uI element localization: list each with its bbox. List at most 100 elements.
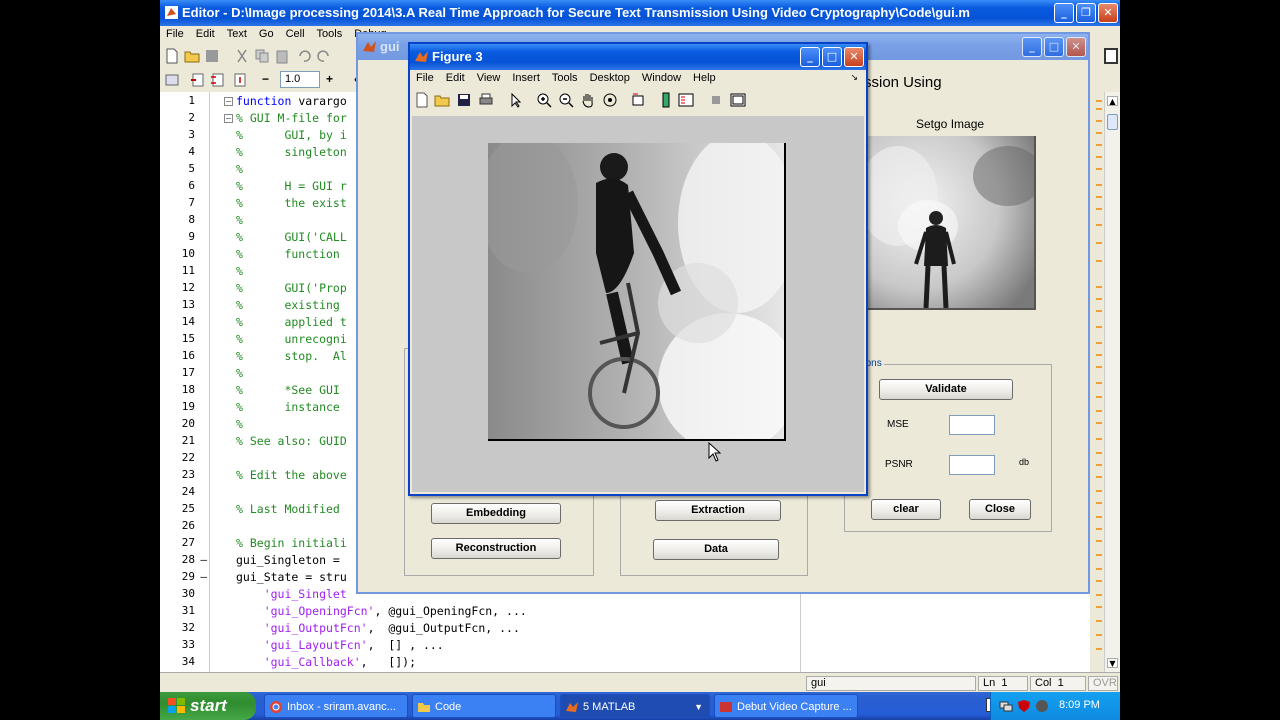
cut-icon[interactable] [234,48,250,64]
colorbar-icon[interactable] [658,92,674,108]
restore-button[interactable]: ❐ [1076,3,1096,23]
show-plot-tools-icon[interactable] [730,92,746,108]
validate-button[interactable]: Validate [879,379,1013,400]
code-line[interactable]: % function [236,247,340,261]
copy-icon[interactable] [254,48,270,64]
code-line[interactable]: % Edit the above [236,468,347,482]
mlint-warning-mark[interactable] [1096,594,1102,596]
mlint-warning-mark[interactable] [1096,326,1102,328]
code-line[interactable]: % applied t [236,315,347,329]
code-line[interactable]: % unrecogni [236,332,347,346]
pointer-icon[interactable] [508,92,524,108]
code-line[interactable]: % H = GUI r [236,179,347,193]
fig-menu-help[interactable]: Help [687,70,722,84]
clear-button[interactable]: clear [871,499,941,520]
eval-cell-icon[interactable] [210,72,226,88]
mlint-warning-mark[interactable] [1096,354,1102,356]
menu-file[interactable]: File [160,26,190,40]
mlint-warning-mark[interactable] [1096,156,1102,158]
menu-go[interactable]: Go [253,26,280,40]
mlint-warning-mark[interactable] [1096,184,1102,186]
mlint-warning-mark[interactable] [1096,342,1102,344]
code-line[interactable]: % stop. Al [236,349,347,363]
data-button[interactable]: Data [653,539,779,560]
mlint-warning-mark[interactable] [1096,490,1102,492]
code-line[interactable]: % the exist [236,196,347,210]
task-inbox[interactable]: Inbox - sriram.avanc... [264,694,408,718]
minimize-button[interactable]: _ [1054,3,1074,23]
start-button[interactable]: start [160,692,256,720]
menu-edit[interactable]: Edit [190,26,221,40]
fold-toggle-icon[interactable]: − [224,114,233,123]
mlint-warning-mark[interactable] [1096,396,1102,398]
mlint-warning-mark[interactable] [1096,132,1102,134]
mlint-warning-mark[interactable] [1096,310,1102,312]
code-line[interactable]: 'gui_OpeningFcn', @gui_OpeningFcn, ... [236,604,527,618]
menu-text[interactable]: Text [221,26,253,40]
fig-menu-edit[interactable]: Edit [440,70,471,84]
mlint-warning-mark[interactable] [1096,502,1102,504]
fig-print-icon[interactable] [478,92,494,108]
mlint-warning-mark[interactable] [1096,554,1102,556]
zoom-input[interactable]: 1.0 [280,71,320,88]
antivirus-icon[interactable] [1035,699,1049,713]
menu-tools[interactable]: Tools [311,26,349,40]
zoom-in-icon[interactable] [536,92,552,108]
figure-close-button[interactable]: ✕ [844,47,864,67]
mlint-warning-mark[interactable] [1096,422,1102,424]
mlint-warning-mark[interactable] [1096,286,1102,288]
close-button[interactable]: ✕ [1098,3,1118,23]
fig-menu-desktop[interactable]: Desktop [584,70,636,84]
mlint-warning-mark[interactable] [1096,606,1102,608]
mlint-warning-mark[interactable] [1096,168,1102,170]
close-gui-button[interactable]: Close [969,499,1031,520]
code-line[interactable]: % Begin initiali [236,536,347,550]
code-line[interactable]: % [236,213,243,227]
code-line[interactable]: % Last Modified [236,502,340,516]
code-line[interactable]: % GUI('Prop [236,281,347,295]
code-line[interactable]: 'gui_Singlet [236,587,347,601]
mlint-warning-mark[interactable] [1096,208,1102,210]
figure-maximize-button[interactable]: □ [822,47,842,67]
redo-icon[interactable] [316,48,332,64]
fold-toggle-icon[interactable]: − [224,97,233,106]
mlint-warning-mark[interactable] [1096,100,1102,102]
code-line[interactable]: 'gui_OutputFcn', @gui_OutputFcn, ... [236,621,520,635]
breakpoint-marker[interactable]: – [200,570,207,583]
code-line[interactable]: % GUI, by i [236,128,347,142]
code-line[interactable]: gui_State = stru [236,570,347,584]
mlint-warning-mark[interactable] [1096,438,1102,440]
mlint-warning-mark[interactable] [1096,634,1102,636]
menu-cell[interactable]: Cell [280,26,311,40]
mlint-warning-mark[interactable] [1096,540,1102,542]
pan-hand-icon[interactable] [580,92,596,108]
mlint-warning-mark[interactable] [1096,464,1102,466]
vertical-scrollbar[interactable]: ▲ ▼ [1104,92,1120,672]
reconstruction-button[interactable]: Reconstruction [431,538,561,559]
code-line[interactable]: % instance [236,400,340,414]
mlint-warning-mark[interactable] [1096,224,1102,226]
psnr-field[interactable] [949,455,995,475]
fig-menu-view[interactable]: View [471,70,507,84]
legend-icon[interactable] [678,92,694,108]
task-matlab[interactable]: 5 MATLAB ▼ [560,694,710,718]
mlint-warning-mark[interactable] [1096,108,1102,110]
insert-cell-icon[interactable] [190,72,206,88]
mlint-warning-mark[interactable] [1096,260,1102,262]
figure-titlebar[interactable]: Figure 3 _ □ ✕ [410,44,866,70]
code-line[interactable]: % GUI M-file for [236,111,347,125]
code-line[interactable]: function varargo [236,94,347,108]
increment-icon[interactable]: + [326,72,333,86]
fig-save-icon[interactable] [456,92,472,108]
mlint-warning-mark[interactable] [1096,648,1102,650]
undock-icon[interactable] [1104,48,1118,64]
code-line[interactable]: gui_Singleton = [236,553,340,567]
breakpoint-marker[interactable]: – [200,553,207,566]
code-line[interactable]: % singleton [236,145,347,159]
mlint-warning-mark[interactable] [1096,580,1102,582]
code-line[interactable]: % [236,162,243,176]
code-line[interactable]: % [236,264,243,278]
network-icon[interactable] [999,699,1013,713]
mlint-warning-mark[interactable] [1096,366,1102,368]
fig-menu-insert[interactable]: Insert [506,70,546,84]
